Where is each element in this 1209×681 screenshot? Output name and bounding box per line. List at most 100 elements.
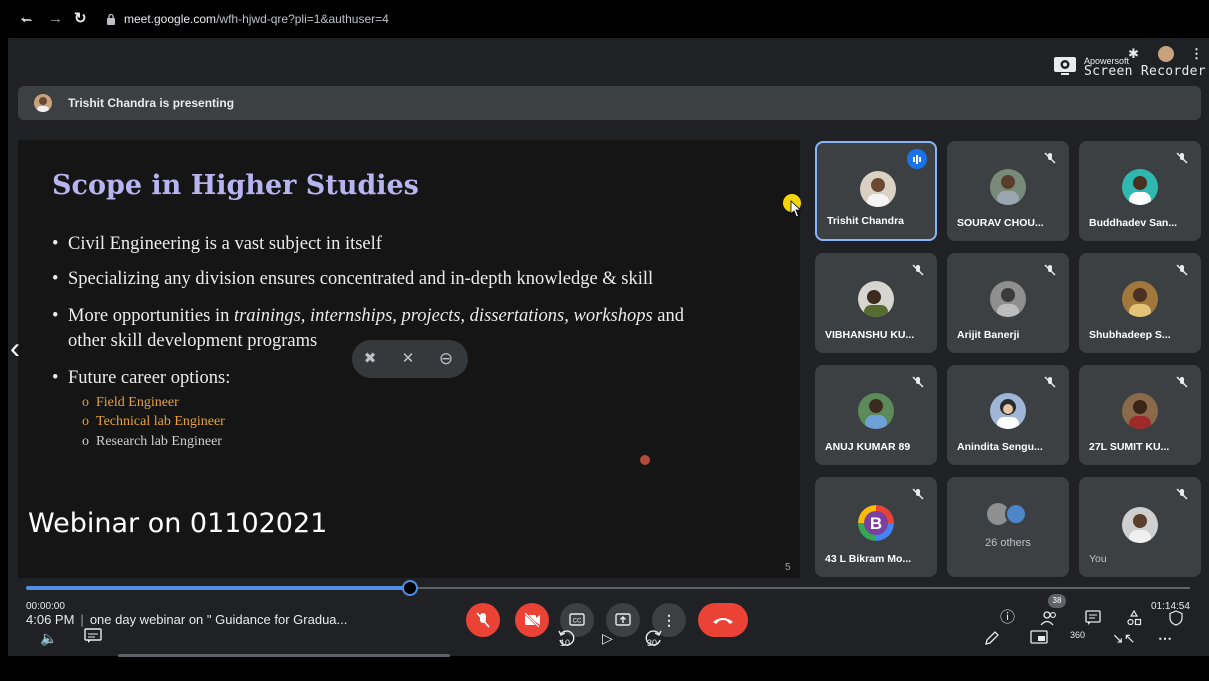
profile-avatar[interactable] <box>1158 46 1174 62</box>
participant-name: Arijit Banerji <box>957 329 1020 341</box>
slide-sub-bullet: o Field Engineer <box>82 395 179 410</box>
activities-icon[interactable] <box>1126 610 1142 626</box>
participant-name: You <box>1089 553 1107 565</box>
slide-page-number: 5 <box>785 562 791 573</box>
slide-title: Scope in Higher Studies <box>52 170 419 201</box>
participant-tile[interactable]: ANUJ KUMAR 89 <box>815 365 937 465</box>
extensions-icon[interactable]: ✱ <box>1128 46 1139 62</box>
slide-sub-bullet: o Technical lab Engineer <box>82 414 225 429</box>
recorder-title: Screen Recorder <box>1084 64 1206 79</box>
slide-bullet-text: Civil Engineering is a vast subject in i… <box>68 234 382 254</box>
participant-avatar: B <box>858 505 894 541</box>
webinar-overlay-label: Webinar on 01102021 <box>28 508 328 539</box>
elapsed-time: 00:00:00 <box>26 601 65 612</box>
pen-icon[interactable] <box>984 630 1000 646</box>
participant-name: Buddhadev San... <box>1089 217 1178 229</box>
slide-bullet-text: Future career options: <box>68 368 231 388</box>
participant-tile[interactable]: Arijit Banerji <box>947 253 1069 353</box>
browser-toolbar <box>8 38 1209 78</box>
reload-icon[interactable]: ↻ <box>74 11 87 27</box>
slide-sub-bullet-text: Technical lab Engineer <box>96 414 225 429</box>
laser-pointer-dot <box>640 455 650 465</box>
subtitles-icon[interactable] <box>84 628 102 644</box>
screen-recording-player: ← ← → ↻ meet.google.com/wfh-hjwd-qre?pli… <box>0 0 1209 681</box>
mic-toggle-button[interactable] <box>466 603 500 637</box>
participant-tile[interactable]: Shubhadeep S... <box>1079 253 1201 353</box>
participant-avatar <box>1005 503 1027 525</box>
browser-back-icon[interactable]: ← <box>20 11 35 27</box>
participant-tile[interactable]: SOURAV CHOU... <box>947 141 1069 241</box>
pin-off-icon[interactable]: ✖ <box>360 349 380 369</box>
participant-tile[interactable]: B 43 L Bikram Mo... <box>815 477 937 577</box>
seek-bar-handle[interactable] <box>402 580 418 596</box>
skip-forward-seconds: 30 <box>647 638 658 648</box>
volume-icon[interactable]: 🔈 <box>40 630 57 646</box>
slide-bullet: • More opportunities in trainings, intern… <box>52 306 684 326</box>
browser-menu-icon[interactable]: ⋮ <box>1190 46 1203 62</box>
slide-bullet-emphasis: trainings, internships, projects, disser… <box>233 306 653 326</box>
participant-avatar <box>858 393 894 429</box>
participant-avatar <box>990 281 1026 317</box>
vr-360-label: 360 <box>1070 630 1086 640</box>
participant-name: Anindita Sengu... <box>957 441 1043 453</box>
exit-fullscreen-icon[interactable]: ↘↖ <box>1112 630 1135 646</box>
vr-360-button[interactable]: 360 <box>1070 630 1085 640</box>
presenter-avatar <box>34 94 52 112</box>
remove-circle-icon[interactable]: ⊖ <box>436 349 456 369</box>
more-horiz-icon[interactable]: ⋯ <box>1158 630 1172 646</box>
address-bar[interactable]: meet.google.com/wfh-hjwd-qre?pli=1&authu… <box>124 12 389 26</box>
participant-avatar <box>990 393 1026 429</box>
url-domain: meet.google.com <box>124 12 217 26</box>
participant-name: SOURAV CHOU... <box>957 217 1044 229</box>
participant-tile[interactable]: Trishit Chandra <box>815 141 937 241</box>
participant-name: ANUJ KUMAR 89 <box>825 441 911 453</box>
browser-forward-icon[interactable]: → <box>48 11 63 27</box>
participant-avatar <box>1122 507 1158 543</box>
mic-off-icon <box>1176 488 1188 500</box>
participant-tile[interactable]: Buddhadev San... <box>1079 141 1201 241</box>
participant-name: 43 L Bikram Mo... <box>825 553 912 565</box>
slide-bullet-text: More opportunities in <box>68 306 234 326</box>
skip-back-seconds: 10 <box>560 638 571 648</box>
meeting-title: one day webinar on " Guidance for Gradua… <box>89 612 348 627</box>
slide-bullet: • Civil Engineering is a vast subject in … <box>52 234 382 254</box>
participant-name: Shubhadeep S... <box>1089 329 1171 341</box>
speaking-indicator-icon <box>907 149 927 169</box>
skip-back-button[interactable]: 10 <box>556 628 576 648</box>
svg-text:CC: CC <box>573 619 582 625</box>
chat-icon[interactable] <box>1085 610 1101 626</box>
mic-off-icon <box>1176 376 1188 388</box>
mouse-pointer-icon <box>790 200 802 218</box>
chevron-left-icon[interactable]: ‹ <box>10 332 20 366</box>
participant-avatar <box>860 171 896 207</box>
camera-off-icon <box>524 612 540 628</box>
seek-bar-progress <box>26 586 410 590</box>
skip-forward-button[interactable]: 30 <box>644 628 664 648</box>
others-tile[interactable]: 26 others <box>947 477 1069 577</box>
mic-off-icon <box>1044 376 1056 388</box>
participant-avatar <box>990 169 1026 205</box>
self-tile[interactable]: You <box>1079 477 1201 577</box>
meeting-info: 4:06 PM | one day webinar on " Guidance fo… <box>26 612 348 627</box>
slide-bullet-continuation: other skill development programs <box>68 331 318 351</box>
participant-tile[interactable]: Anindita Sengu... <box>947 365 1069 465</box>
participant-name: Trishit Chandra <box>827 215 905 227</box>
meeting-details-icon[interactable]: ⓘ <box>1000 610 1015 626</box>
slide-bullet-text: and <box>652 306 684 326</box>
slide-sub-bullet-text: Research lab Engineer <box>96 434 222 449</box>
mic-off-icon <box>1176 152 1188 164</box>
host-controls-icon[interactable] <box>1168 610 1184 626</box>
participant-tile[interactable]: VIBHANSHU KU... <box>815 253 937 353</box>
leave-call-button[interactable] <box>698 603 748 637</box>
participant-tile[interactable]: 27L SUMIT KU... <box>1079 365 1201 465</box>
slide-bullet-text: Specializing any division ensures concen… <box>68 269 654 289</box>
camera-toggle-button[interactable] <box>515 603 549 637</box>
play-icon[interactable]: ▷ <box>602 630 613 646</box>
mic-off-icon <box>476 612 490 628</box>
picture-in-picture-icon[interactable] <box>1030 630 1048 644</box>
slide-bullet: • Specializing any division ensures conce… <box>52 269 654 289</box>
people-icon[interactable] <box>1040 610 1058 626</box>
others-count-label: 26 others <box>985 537 1031 549</box>
volume-off-icon[interactable]: ✕ <box>398 349 418 369</box>
url-path: /wfh-hjwd-qre?pli=1&authuser=4 <box>216 12 389 26</box>
